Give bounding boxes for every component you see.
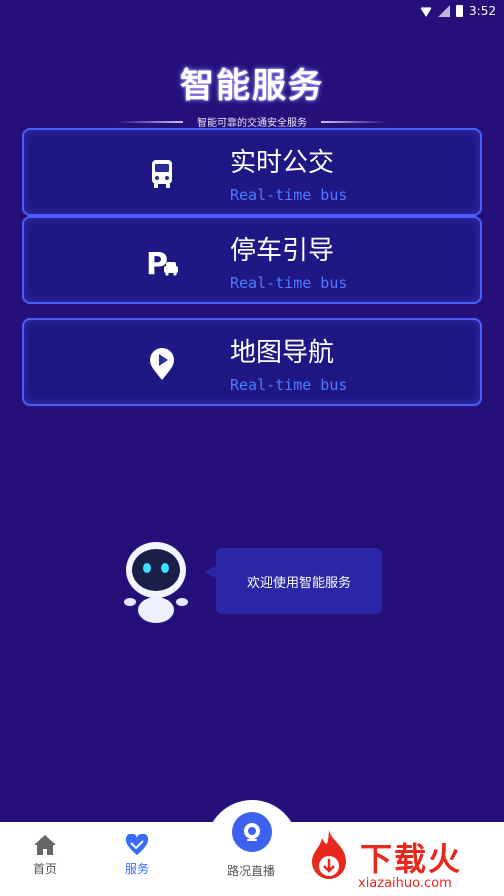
subtitle-row: 智能可靠的交通安全服务 <box>0 114 504 129</box>
service-subtitle: Real-time bus <box>230 376 348 394</box>
wifi-icon <box>420 7 433 17</box>
divider-right <box>321 120 387 123</box>
service-title: 地图导航 <box>230 338 335 368</box>
parking-icon: P <box>146 247 178 280</box>
service-card-parking-guide[interactable]: P 停车引导 Real-time bus <box>22 216 482 304</box>
robot-icon <box>124 542 188 623</box>
watermark: 下载火 xiazaihuo.com <box>300 828 504 896</box>
service-subtitle: Real-time bus <box>230 274 348 292</box>
tab-label: 路况直播 <box>226 864 275 878</box>
assistant-speech-bubble: 欢迎使用智能服务 <box>204 548 382 614</box>
tab-label: 服务 <box>124 862 149 876</box>
home-icon <box>34 835 56 855</box>
divider-left <box>117 120 183 123</box>
service-card-realtime-bus[interactable]: 实时公交 Real-time bus <box>22 128 482 216</box>
status-time: 3:52 <box>469 4 496 18</box>
service-title: 实时公交 <box>230 148 335 178</box>
page-subtitle: 智能可靠的交通安全服务 <box>197 118 307 129</box>
watermark-url: xiazaihuo.com <box>358 876 452 891</box>
service-subtitle: Real-time bus <box>230 186 348 204</box>
tab-label: 首页 <box>32 862 57 876</box>
watermark-text: 下载火 <box>360 840 463 878</box>
flame-logo-icon <box>312 830 346 879</box>
status-bar: 3:52 <box>0 0 504 22</box>
assistant-message: 欢迎使用智能服务 <box>246 575 351 591</box>
traffic-live-button[interactable] <box>232 812 272 852</box>
service-title: 停车引导 <box>230 236 335 266</box>
service-heart-icon <box>125 834 149 855</box>
tab-home[interactable]: 首页 <box>0 822 90 896</box>
service-card-map-navigation[interactable]: 地图导航 Real-time bus <box>22 318 482 406</box>
bus-icon <box>152 160 172 188</box>
battery-icon <box>456 5 464 17</box>
svg-text:P: P <box>146 247 168 280</box>
signal-icon <box>438 5 451 17</box>
page-title: 智能服务 <box>180 66 324 106</box>
camera-icon <box>244 823 260 841</box>
tab-service[interactable]: 服务 <box>92 822 182 896</box>
map-navigation-icon <box>150 348 174 380</box>
